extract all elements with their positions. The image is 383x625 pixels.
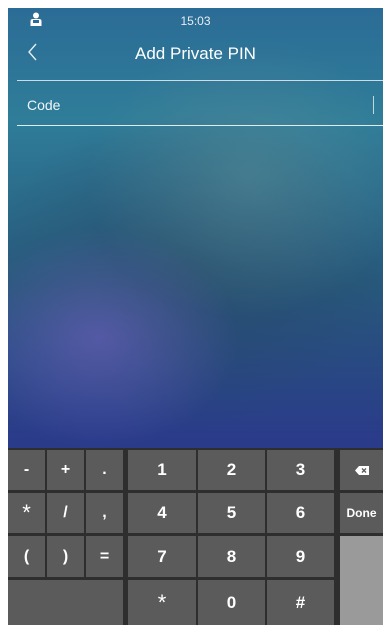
key-3[interactable]: 3 — [267, 450, 334, 490]
status-time: 15:03 — [180, 14, 211, 28]
key-dot[interactable]: . — [86, 450, 123, 490]
page-title: Add Private PIN — [135, 44, 256, 63]
code-field[interactable]: Code — [17, 84, 383, 124]
key-equals[interactable]: = — [86, 536, 123, 577]
key-close-paren[interactable]: ) — [47, 536, 84, 577]
key-8[interactable]: 8 — [198, 536, 265, 577]
done-button[interactable]: Done — [340, 493, 383, 533]
divider-top — [17, 80, 383, 81]
keyboard-filler — [340, 536, 383, 625]
key-slash[interactable]: / — [47, 493, 84, 533]
key-minus[interactable]: - — [8, 450, 45, 490]
key-star[interactable]: * — [128, 580, 196, 625]
key-asterisk[interactable]: * — [8, 493, 45, 533]
text-cursor — [373, 96, 374, 114]
screen: 15:03 Add Private PIN Code - + . * / , (… — [8, 8, 383, 625]
numeric-keyboard: - + . * / , ( ) = 1 2 3 4 5 6 7 8 9 * 0 … — [8, 448, 383, 625]
key-comma[interactable]: , — [86, 493, 123, 533]
key-hash[interactable]: # — [267, 580, 334, 625]
key-7[interactable]: 7 — [128, 536, 196, 577]
key-9[interactable]: 9 — [267, 536, 334, 577]
key-1[interactable]: 1 — [128, 450, 196, 490]
key-open-paren[interactable]: ( — [8, 536, 45, 577]
key-2[interactable]: 2 — [198, 450, 265, 490]
key-4[interactable]: 4 — [128, 493, 196, 533]
backspace-icon — [354, 465, 369, 475]
key-6[interactable]: 6 — [267, 493, 334, 533]
backspace-button[interactable] — [340, 450, 383, 490]
code-label: Code — [27, 97, 61, 113]
key-plus[interactable]: + — [47, 450, 84, 490]
key-5[interactable]: 5 — [198, 493, 265, 533]
key-blank — [8, 580, 123, 625]
header: Add Private PIN — [8, 32, 383, 72]
status-bar: 15:03 — [8, 8, 383, 32]
key-0[interactable]: 0 — [198, 580, 265, 625]
divider-bottom — [17, 125, 383, 126]
